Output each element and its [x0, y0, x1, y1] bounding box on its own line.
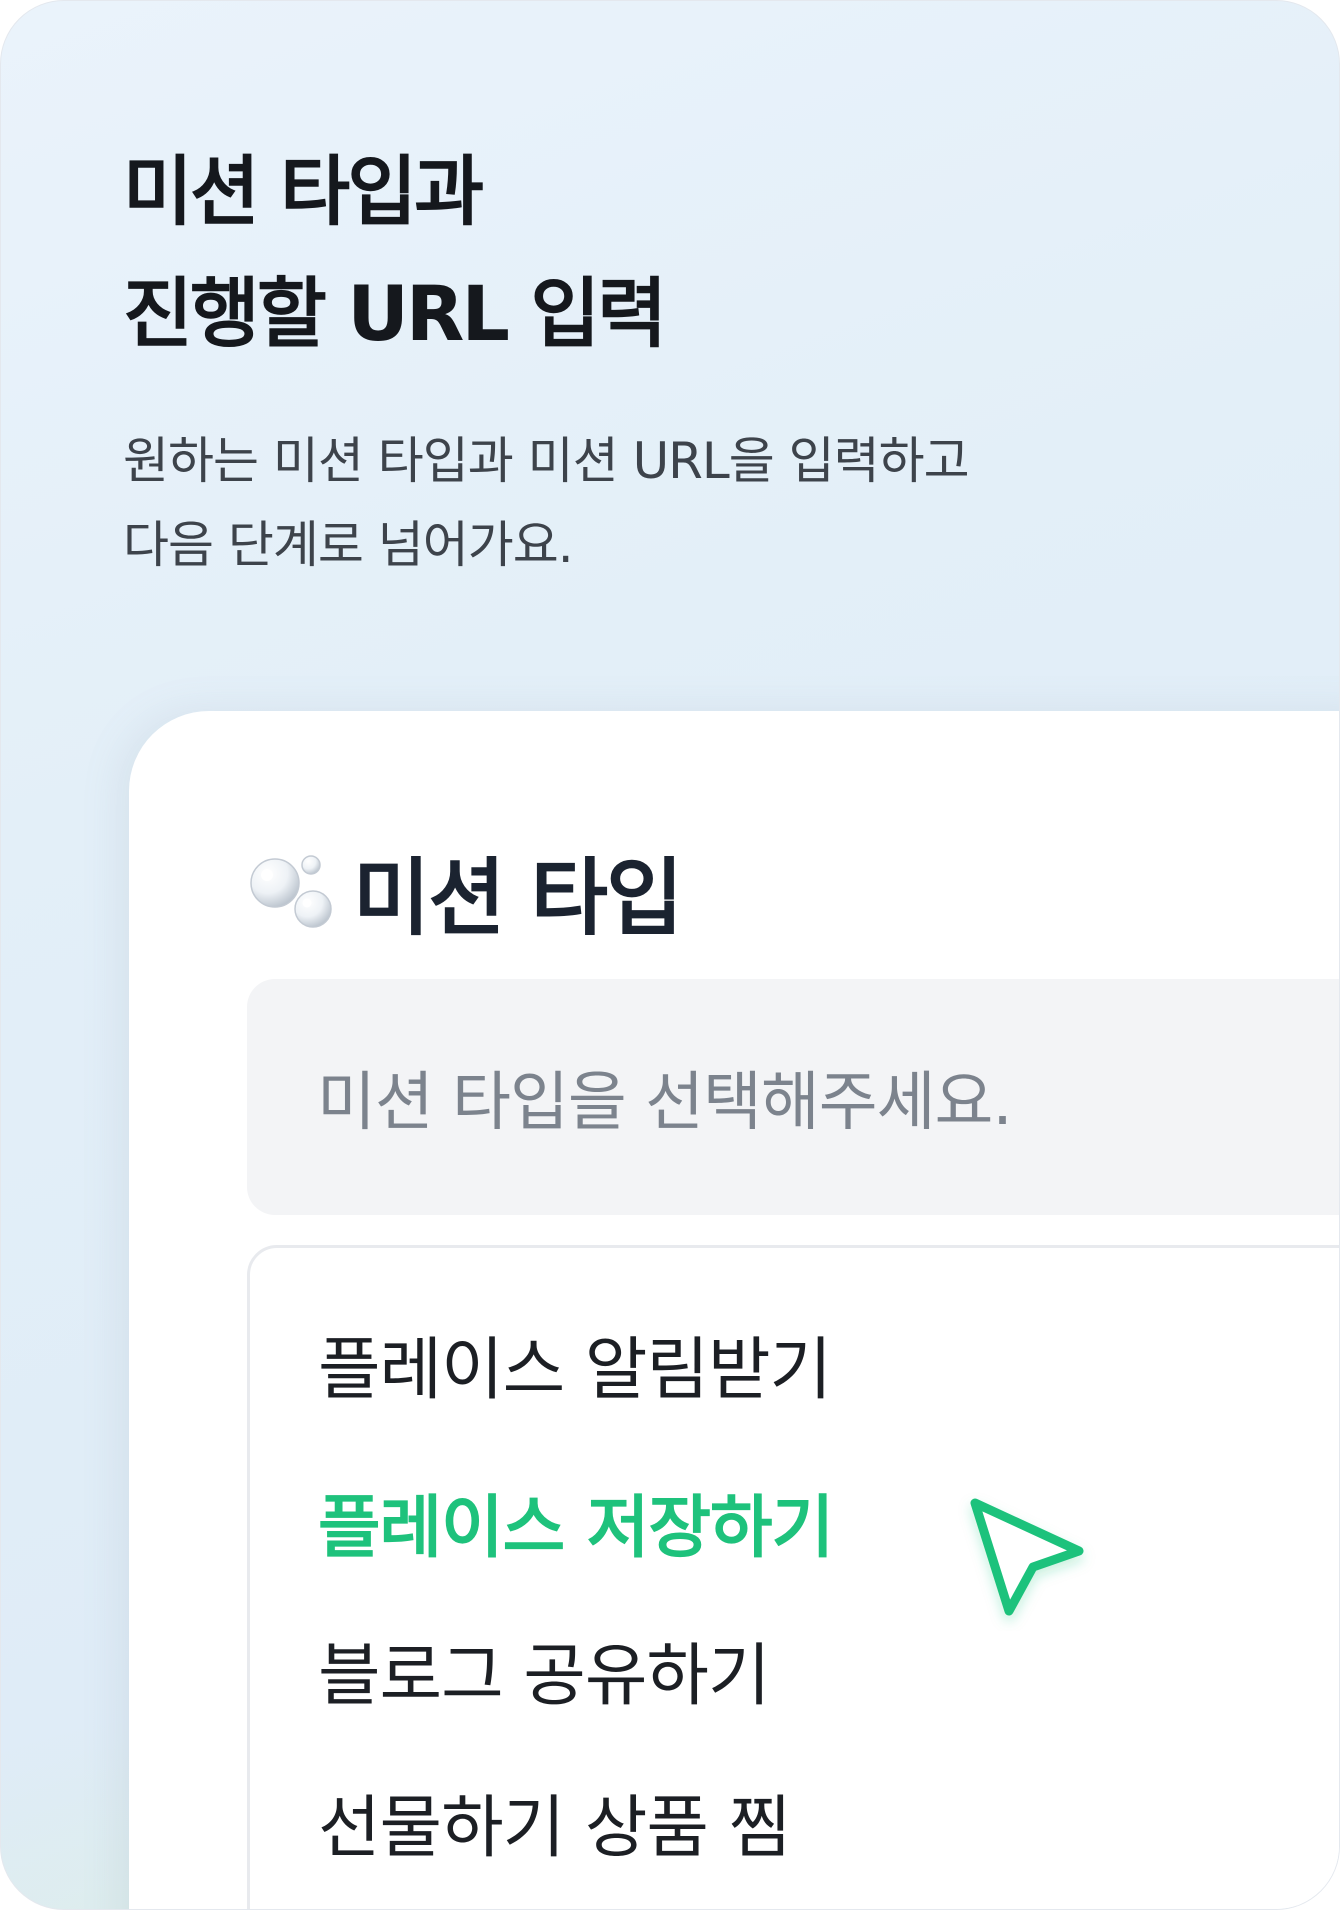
cursor-icon [970, 1498, 1084, 1616]
option-blog-share[interactable]: 블로그 공유하기 [318, 1614, 771, 1724]
mission-form-panel: 미션 타입 미션 타입을 선택해주세요. 플레이스 알림받기 플레이스 저장하기… [129, 711, 1339, 1909]
page-description: 원하는 미션 타입과 미션 URL을 입력하고 다음 단계로 넘어가요. [123, 419, 970, 587]
page-description-line-2: 다음 단계로 넘어가요. [123, 516, 574, 574]
bubbles-icon [250, 855, 332, 928]
mission-type-title: 미션 타입 [353, 848, 683, 947]
mission-type-select-placeholder: 미션 타입을 선택해주세요. [317, 1066, 1013, 1140]
option-gift-wishlist[interactable]: 선물하기 상품 찜 [318, 1766, 791, 1876]
page-title-line-2: 진행할 URL 입력 [123, 269, 667, 358]
page-description-line-1: 원하는 미션 타입과 미션 URL을 입력하고 [123, 432, 970, 490]
mission-type-header: 미션 타입 [245, 831, 683, 951]
page-title: 미션 타입과 진행할 URL 입력 [123, 131, 667, 375]
option-place-save[interactable]: 플레이스 저장하기 [318, 1466, 834, 1576]
option-place-notification[interactable]: 플레이스 알림받기 [318, 1308, 832, 1418]
mission-type-dropdown: 플레이스 알림받기 플레이스 저장하기 블로그 공유하기 선물하기 상품 찜 [247, 1245, 1339, 1909]
feature-card: 미션 타입과 진행할 URL 입력 원하는 미션 타입과 미션 URL을 입력하… [0, 0, 1340, 1910]
page-title-line-1: 미션 타입과 [123, 147, 484, 236]
mission-type-select[interactable]: 미션 타입을 선택해주세요. [247, 979, 1339, 1215]
